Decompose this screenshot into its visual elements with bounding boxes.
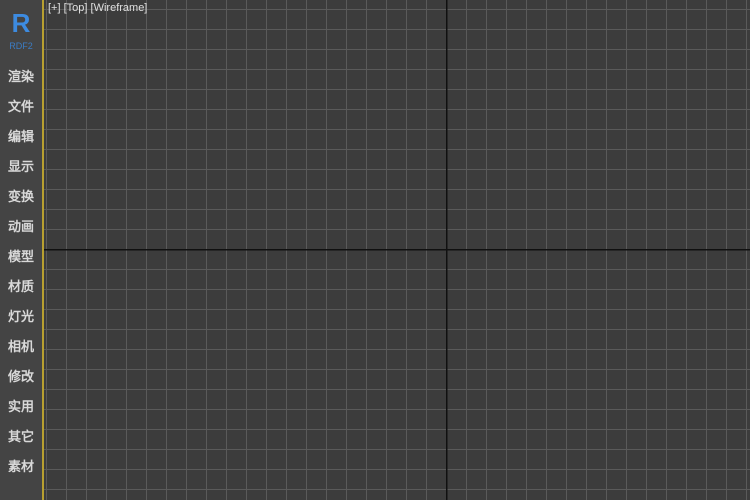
sidebar-item-modify[interactable]: 修改 [0,366,42,390]
viewport-top-wireframe[interactable]: [+] [Top] [Wireframe] [42,0,750,500]
logo-subtitle: RDF2 [9,41,33,51]
viewport-label: [+] [Top] [Wireframe] [48,2,147,14]
sidebar-item-material[interactable]: 材质 [0,276,42,300]
viewport-grid [44,0,750,500]
app-window: R RDF2 渲染 文件 编辑 显示 变换 动画 模型 材质 灯光 相机 修改 … [0,0,750,500]
sidebar-item-utility[interactable]: 实用 [0,396,42,420]
sidebar: R RDF2 渲染 文件 编辑 显示 变换 动画 模型 材质 灯光 相机 修改 … [0,0,42,500]
logo: R RDF2 [0,8,42,52]
sidebar-item-animation[interactable]: 动画 [0,216,42,240]
sidebar-item-assets[interactable]: 素材 [0,456,42,480]
sidebar-item-model[interactable]: 模型 [0,246,42,270]
sidebar-item-camera[interactable]: 相机 [0,336,42,360]
sidebar-item-transform[interactable]: 变换 [0,186,42,210]
sidebar-item-file[interactable]: 文件 [0,96,42,120]
viewport-menu-button[interactable]: [+] [48,2,61,14]
viewport-shading-button[interactable]: [Wireframe] [91,2,148,14]
sidebar-item-render[interactable]: 渲染 [0,66,42,90]
logo-letter: R [11,8,31,38]
sidebar-item-display[interactable]: 显示 [0,156,42,180]
sidebar-item-light[interactable]: 灯光 [0,306,42,330]
viewport-view-button[interactable]: [Top] [64,2,88,14]
sidebar-item-edit[interactable]: 编辑 [0,126,42,150]
sidebar-item-other[interactable]: 其它 [0,426,42,450]
